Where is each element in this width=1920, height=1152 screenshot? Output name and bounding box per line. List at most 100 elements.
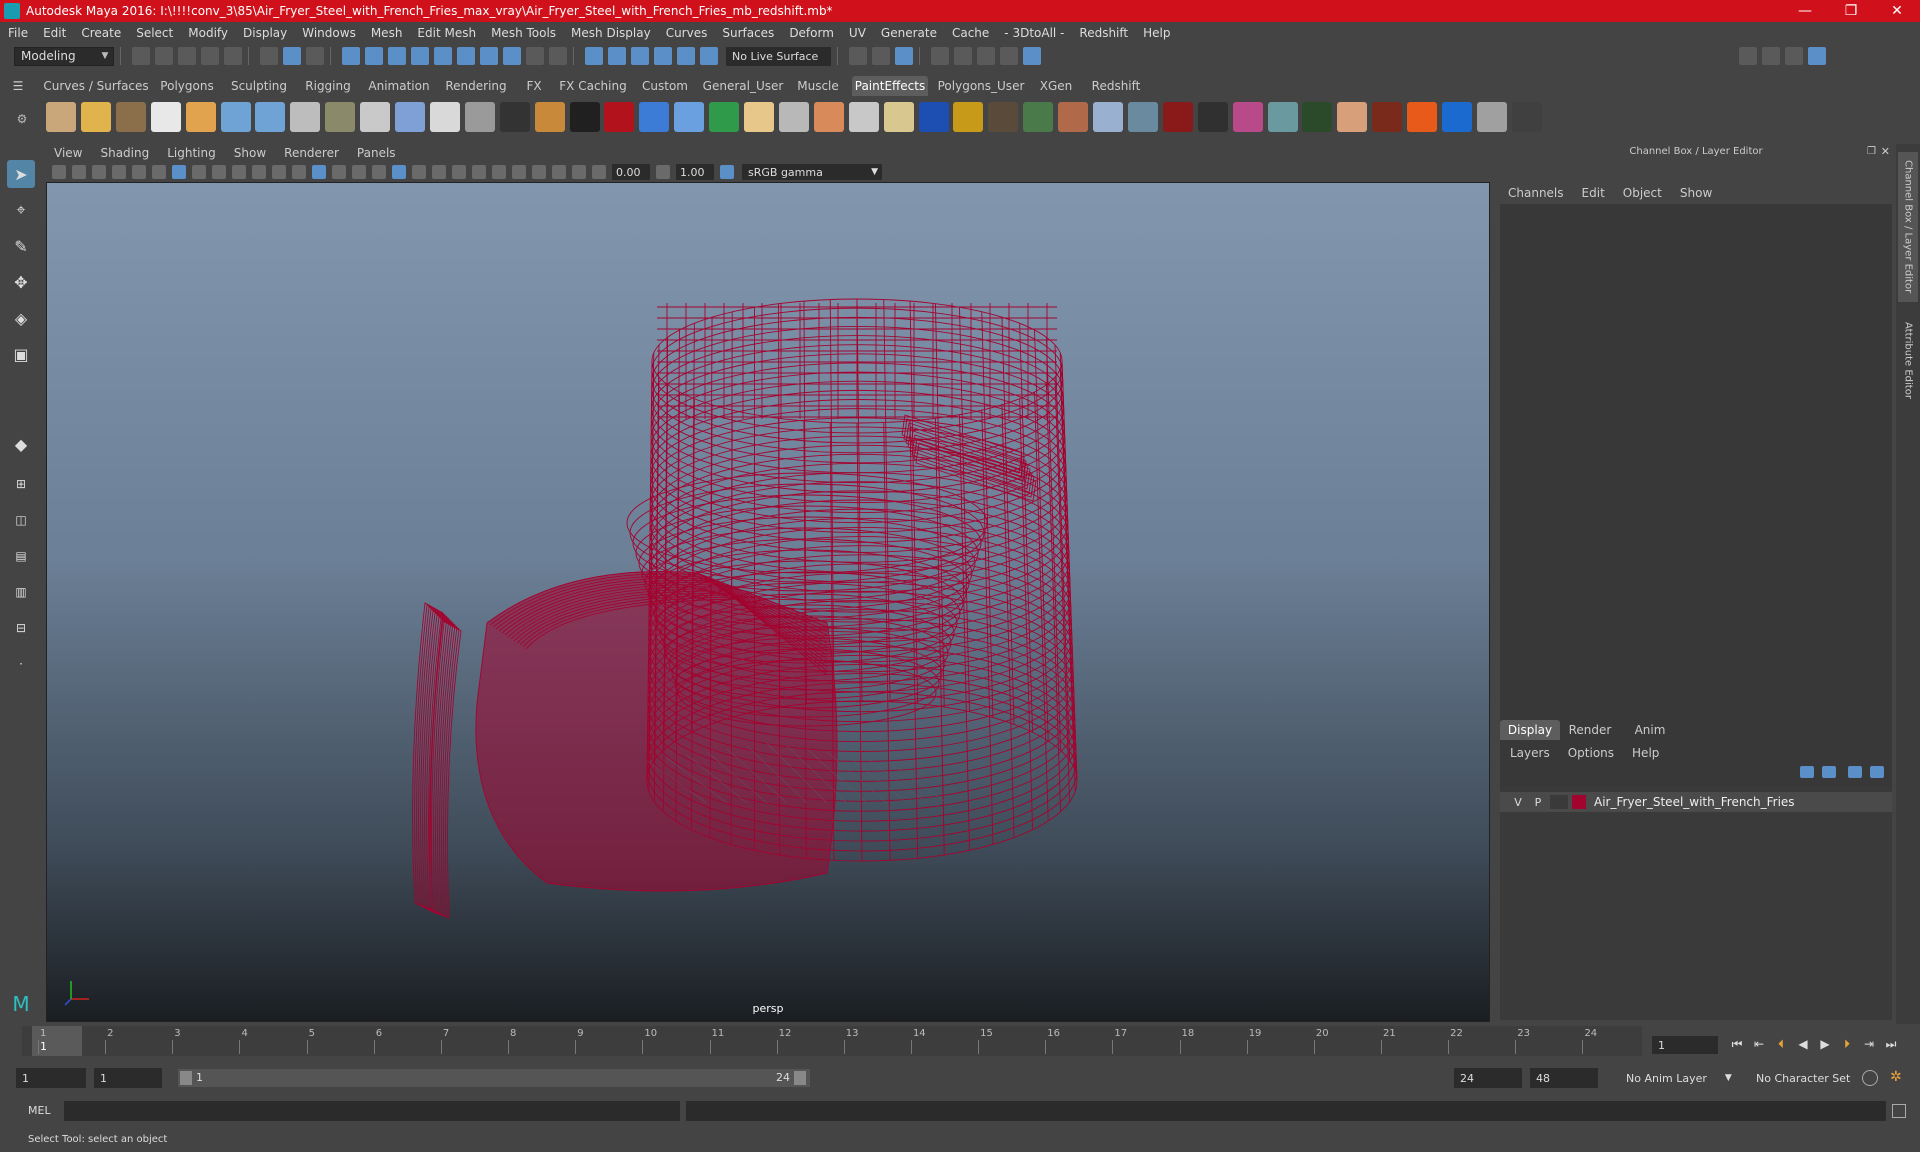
viewport-menu-lighting[interactable]: Lighting (167, 146, 216, 160)
shelf-brush-icon[interactable] (1476, 102, 1507, 132)
play-backwards-icon[interactable]: ◀ (1792, 1034, 1814, 1054)
input-ops-icon[interactable] (585, 47, 603, 65)
shelf-brush-icon[interactable] (709, 102, 740, 132)
menu-mesh-tools[interactable]: Mesh Tools (491, 26, 556, 40)
shelf-brush-icon[interactable] (639, 102, 670, 132)
rotate-tool-icon[interactable]: ◈ (7, 304, 35, 332)
tab-xgen[interactable]: XGen (1036, 76, 1076, 96)
shelf-brush-icon[interactable] (429, 102, 460, 132)
menu-set-dropdown[interactable]: Modeling ▼ (14, 46, 114, 66)
tab-rigging[interactable]: Rigging (302, 76, 354, 96)
image-plane-icon[interactable] (112, 165, 126, 179)
shelf-brush-icon[interactable] (255, 102, 286, 132)
shelf-brush-icon[interactable] (1511, 102, 1542, 132)
play-forwards-icon[interactable]: ▶ (1814, 1034, 1836, 1054)
xray-active-icon[interactable] (572, 165, 586, 179)
safe-title-icon[interactable] (292, 165, 306, 179)
live-surface-field[interactable]: No Live Surface (726, 46, 831, 66)
shelf-brush-icon[interactable] (813, 102, 844, 132)
construction-history-icon[interactable] (549, 47, 567, 65)
exposure-field[interactable]: 0.00 (612, 164, 650, 180)
new-layer-icon[interactable] (1848, 766, 1862, 778)
playback-start-field[interactable]: 1 (94, 1068, 162, 1088)
gamma-field[interactable]: 1.00 (676, 164, 714, 180)
2d-pan-icon[interactable] (132, 165, 146, 179)
menu-display[interactable]: Display (243, 26, 287, 40)
range-end-handle[interactable] (794, 1071, 806, 1085)
channel-menu-edit[interactable]: Edit (1582, 186, 1605, 200)
paint-select-tool-icon[interactable]: ✎ (7, 232, 35, 260)
film-gate-icon[interactable] (192, 165, 206, 179)
layout-single-icon[interactable]: ◆ (7, 430, 35, 458)
menu-windows[interactable]: Windows (302, 26, 356, 40)
toggle-outliner-icon[interactable] (1762, 47, 1780, 65)
tab-redshift[interactable]: Redshift (1086, 76, 1146, 96)
magnet-icon[interactable] (631, 47, 649, 65)
shelf-brush-icon[interactable] (534, 102, 565, 132)
menu-uv[interactable]: UV (849, 26, 866, 40)
layer-menu-layers[interactable]: Layers (1510, 746, 1550, 760)
layer-menu-help[interactable]: Help (1632, 746, 1659, 760)
shelf-brush-icon[interactable] (80, 102, 111, 132)
step-back-key-icon[interactable]: ⏴ (1770, 1034, 1792, 1054)
animation-start-field[interactable]: 1 (16, 1068, 86, 1088)
shelf-brush-icon[interactable] (499, 102, 530, 132)
move-tool-icon[interactable]: ✥ (7, 268, 35, 296)
save-scene-icon[interactable] (178, 47, 196, 65)
workspace-icon[interactable] (1739, 47, 1757, 65)
shelf-brush-icon[interactable] (778, 102, 809, 132)
tab-painteffects[interactable]: PaintEffects (852, 76, 928, 96)
shelf-brush-icon[interactable] (360, 102, 391, 132)
open-scene-icon[interactable] (155, 47, 173, 65)
command-language-label[interactable]: MEL (28, 1104, 51, 1117)
shelf-brush-icon[interactable] (674, 102, 705, 132)
hypershade-icon[interactable] (954, 47, 972, 65)
side-tab-channel-box[interactable]: Channel Box / Layer Editor (1898, 152, 1918, 302)
batch-render-icon[interactable] (1000, 47, 1018, 65)
shelf-brush-icon[interactable] (1197, 102, 1228, 132)
shelf-brush-icon[interactable] (115, 102, 146, 132)
shelf-brush-icon[interactable] (1058, 102, 1089, 132)
playback-end-field[interactable]: 24 (1454, 1068, 1522, 1088)
layout-hypershade-icon[interactable]: ⊟ (7, 614, 35, 642)
redshift-render-icon[interactable] (1023, 47, 1041, 65)
air-fryer-wireframe[interactable] (47, 183, 1490, 1022)
layout-more-icon[interactable]: · (7, 650, 35, 678)
script-editor-icon[interactable] (1892, 1104, 1906, 1118)
step-forward-icon[interactable]: ⇥ (1858, 1034, 1880, 1054)
camera-attributes-icon[interactable] (72, 165, 86, 179)
menu-deform[interactable]: Deform (789, 26, 834, 40)
layer-playback-toggle[interactable]: P (1528, 796, 1548, 809)
ipr-render-icon[interactable] (895, 47, 913, 65)
shelf-brush-icon[interactable] (185, 102, 216, 132)
shelf-brush-icon[interactable] (1162, 102, 1193, 132)
shelf-brush-icon[interactable] (569, 102, 600, 132)
select-hierarchy-icon[interactable] (260, 47, 278, 65)
layer-row[interactable]: V P Air_Fryer_Steel_with_French_Fries (1500, 792, 1892, 812)
soft-select-icon[interactable] (503, 47, 521, 65)
channel-menu-show[interactable]: Show (1680, 186, 1712, 200)
character-set-dropdown[interactable]: No Character Set (1756, 1068, 1856, 1088)
select-object-icon[interactable] (283, 47, 301, 65)
viewport-menu-shading[interactable]: Shading (100, 146, 149, 160)
tab-fx-caching[interactable]: FX Caching (559, 76, 626, 96)
menu-modify[interactable]: Modify (188, 26, 228, 40)
snap-pivot-icon[interactable] (457, 47, 475, 65)
menu-help[interactable]: Help (1143, 26, 1170, 40)
menu-3dtoall[interactable]: - 3DtoAll - (1004, 26, 1064, 40)
layout-graph-icon[interactable]: ▥ (7, 578, 35, 606)
view-transform-dropdown[interactable]: sRGB gamma ▼ (742, 164, 882, 180)
toggle-attribute-editor-icon[interactable] (1785, 47, 1803, 65)
tab-polygons-user[interactable]: Polygons_User (938, 76, 1025, 96)
select-tool-icon[interactable]: ➤ (7, 160, 35, 188)
select-component-icon[interactable] (306, 47, 324, 65)
viewport-menu-view[interactable]: View (54, 146, 82, 160)
go-to-end-icon[interactable]: ⏭ (1880, 1034, 1902, 1054)
wireframe-icon[interactable] (312, 165, 326, 179)
shelf-brush-icon[interactable] (953, 102, 984, 132)
isolate-select-icon[interactable] (532, 165, 546, 179)
shelf-brush-icon[interactable] (1023, 102, 1054, 132)
layer-name[interactable]: Air_Fryer_Steel_with_French_Fries (1594, 795, 1795, 809)
side-tab-attribute-editor[interactable]: Attribute Editor (1898, 310, 1918, 410)
step-back-icon[interactable]: ⇤ (1748, 1034, 1770, 1054)
